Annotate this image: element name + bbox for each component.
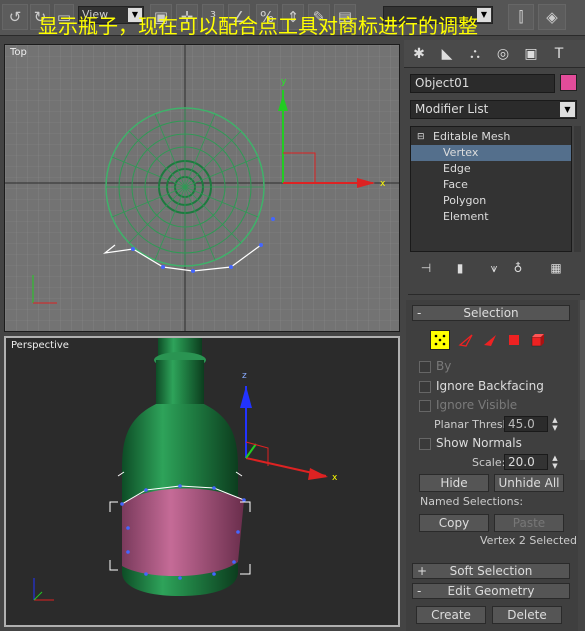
- stack-item-edge[interactable]: Edge: [411, 161, 571, 177]
- ignore-visible-label: Ignore Visible: [436, 398, 518, 412]
- utilities-tab-icon[interactable]: T: [546, 42, 572, 66]
- modifier-list-label: Modifier List: [415, 102, 489, 116]
- collapse-icon: -: [417, 306, 422, 320]
- selection-rollout-header[interactable]: - Selection: [412, 305, 570, 321]
- view-axis-tripod-3d: [33, 578, 54, 601]
- rollout-panel: - Selection By Ignore Backfacing Ignore …: [406, 300, 578, 631]
- unhide-all-button[interactable]: Unhide All: [494, 474, 564, 492]
- selection-status: Vertex 2 Selected: [480, 534, 578, 547]
- command-panel: ✱ ◣ ⛬ ◎ ▣ T Object01 Modifier List ▼ ⊟ E…: [404, 36, 585, 631]
- divider: [408, 294, 580, 295]
- named-selections-label: Named Selections:: [420, 495, 524, 508]
- stack-scrollbar[interactable]: [574, 126, 581, 252]
- by-vertex-label: By: [436, 359, 452, 373]
- delete-button[interactable]: Delete: [492, 606, 562, 624]
- stack-item-editable-mesh[interactable]: ⊟ Editable Mesh: [411, 129, 571, 145]
- top-viewport[interactable]: Top y x: [4, 44, 400, 332]
- by-vertex-checkbox[interactable]: [419, 361, 431, 373]
- top-viewport-canvas: y x: [5, 45, 399, 331]
- modify-tab-icon[interactable]: ◣: [434, 42, 460, 66]
- axis-x-label: x: [380, 179, 386, 189]
- scale-spinner[interactable]: 20.0: [504, 454, 548, 470]
- vertex-mode-icon[interactable]: [430, 330, 450, 350]
- align-icon[interactable]: ◈: [538, 4, 566, 30]
- edit-geometry-rollout-header[interactable]: - Edit Geometry: [412, 583, 570, 599]
- paste-button[interactable]: Paste: [494, 514, 564, 532]
- stack-item-face[interactable]: Face: [411, 177, 571, 193]
- tutorial-caption: 显示瓶子，现在可以配合点工具对商标进行的调整: [38, 14, 478, 38]
- command-panel-tabs: ✱ ◣ ⛬ ◎ ▣ T: [404, 40, 585, 68]
- make-unique-icon[interactable]: ⩛: [484, 258, 504, 278]
- stack-toolbar: ⊣ ▮ ⩛ ♁ ▦: [404, 258, 585, 280]
- remove-modifier-icon[interactable]: ♁: [508, 258, 528, 278]
- modifier-stack: ⊟ Editable Mesh Vertex Edge Face Polygon…: [410, 126, 572, 252]
- stack-item-label: Element: [443, 210, 489, 223]
- axis-x-label-3d: x: [332, 473, 338, 483]
- face-mode-icon[interactable]: [480, 330, 500, 350]
- planar-thresh-spinner[interactable]: 45.0: [504, 416, 548, 432]
- chevron-down-icon: ▼: [560, 102, 575, 117]
- stack-item-label: Editable Mesh: [433, 130, 511, 143]
- pin-stack-icon[interactable]: ⊣: [416, 258, 436, 278]
- copy-button[interactable]: Copy: [419, 514, 489, 532]
- bottle-mesh[interactable]: [109, 338, 251, 596]
- show-normals-checkbox[interactable]: [419, 438, 431, 450]
- ignore-backfacing-checkbox[interactable]: [419, 381, 431, 393]
- create-button[interactable]: Create: [416, 606, 486, 624]
- rollout-title: Soft Selection: [449, 564, 533, 578]
- stack-item-label: Face: [443, 178, 468, 191]
- rollout-title: Selection: [463, 306, 519, 320]
- object-name-field[interactable]: Object01: [410, 74, 555, 93]
- modifier-list-dropdown[interactable]: Modifier List ▼: [410, 100, 577, 119]
- rollout-title: Edit Geometry: [447, 584, 535, 598]
- stack-item-label: Polygon: [443, 194, 487, 207]
- collapse-icon: -: [417, 584, 422, 598]
- mirror-icon[interactable]: ⫿: [508, 4, 534, 30]
- perspective-viewport[interactable]: Perspective z x: [4, 336, 400, 627]
- transform-gizmo-3d[interactable]: z x: [240, 371, 338, 483]
- panel-scrollbar[interactable]: [580, 300, 585, 460]
- ignore-visible-checkbox[interactable]: [419, 400, 431, 412]
- collapse-icon: ⊟: [417, 132, 425, 142]
- axis-z-label: z: [242, 371, 247, 381]
- object-color-swatch[interactable]: [560, 74, 577, 91]
- configure-sets-icon[interactable]: ▦: [546, 258, 566, 278]
- stack-item-label: Edge: [443, 162, 471, 175]
- planar-thresh-label: Planar Thresh:: [434, 418, 514, 431]
- scale-label: Scale:: [472, 456, 506, 469]
- hide-button[interactable]: Hide: [419, 474, 489, 492]
- stack-item-polygon[interactable]: Polygon: [411, 193, 571, 209]
- expand-icon: +: [417, 564, 428, 578]
- edge-mode-icon[interactable]: [456, 330, 476, 350]
- ignore-backfacing-label: Ignore Backfacing: [436, 379, 544, 393]
- stack-item-element[interactable]: Element: [411, 209, 571, 225]
- viewport-label: Perspective: [11, 340, 69, 351]
- perspective-viewport-canvas: z x: [33, 338, 338, 601]
- element-mode-icon[interactable]: [528, 330, 548, 350]
- axis-y-label: y: [281, 77, 287, 87]
- soft-selection-rollout-header[interactable]: + Soft Selection: [412, 563, 570, 579]
- stack-item-label: Vertex: [443, 146, 479, 159]
- undo-icon[interactable]: ↺: [2, 4, 28, 30]
- polygon-mode-icon[interactable]: [504, 330, 524, 350]
- motion-tab-icon[interactable]: ◎: [490, 42, 516, 66]
- stack-item-vertex[interactable]: Vertex: [411, 145, 571, 161]
- show-normals-label: Show Normals: [436, 436, 522, 450]
- spinner-arrows-icon[interactable]: ▲ ▼: [550, 416, 560, 432]
- viewport-label: Top: [10, 47, 27, 58]
- display-tab-icon[interactable]: ▣: [518, 42, 544, 66]
- hierarchy-tab-icon[interactable]: ⛬: [462, 42, 488, 66]
- show-end-result-icon[interactable]: ▮: [450, 258, 470, 278]
- spinner-arrows-icon[interactable]: ▲ ▼: [550, 454, 560, 470]
- create-tab-icon[interactable]: ✱: [406, 42, 432, 66]
- max-window: ↺ ↻ ▭ View ▼ ▣ ✛ ³ ∠ % ⇕ ✎ ▤ ▼ ⫿ ◈ 显示瓶子，…: [0, 0, 585, 631]
